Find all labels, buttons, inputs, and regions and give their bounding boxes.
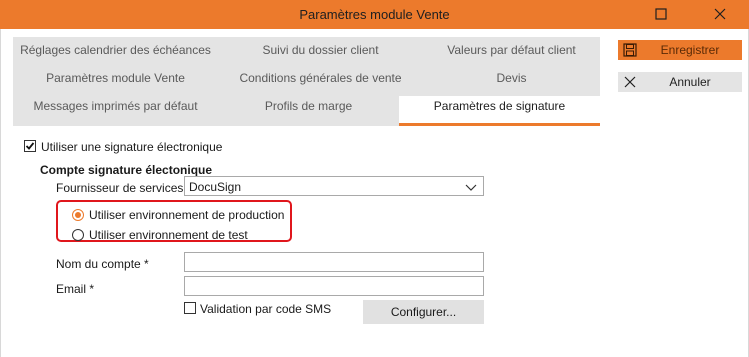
x-icon xyxy=(624,76,636,88)
email-label: Email * xyxy=(56,282,95,296)
use-esign-checkbox[interactable] xyxy=(24,140,36,152)
maximize-icon xyxy=(655,8,667,20)
checkmark-icon xyxy=(25,142,35,150)
cancel-label: Annuler xyxy=(669,75,711,89)
env-production-radio[interactable] xyxy=(72,209,84,221)
dialog-body: Réglages calendrier des échéances Suivi … xyxy=(0,29,749,357)
floppy-disk-icon xyxy=(623,43,637,57)
chevron-down-icon xyxy=(465,184,477,191)
tab-strip: Réglages calendrier des échéances Suivi … xyxy=(13,37,600,126)
account-name-input[interactable] xyxy=(184,252,484,272)
save-label: Enregistrer xyxy=(660,43,720,57)
account-name-label: Nom du compte * xyxy=(56,257,149,271)
save-button[interactable]: Enregistrer xyxy=(618,40,742,60)
provider-label: Fournisseur de services : xyxy=(56,181,191,195)
tab-reglages-calendrier[interactable]: Réglages calendrier des échéances xyxy=(13,39,218,61)
tab-valeurs-defaut[interactable]: Valeurs par défaut client xyxy=(423,39,600,61)
close-icon xyxy=(714,8,726,20)
sms-validation-checkbox[interactable] xyxy=(184,302,196,314)
use-esign-label: Utiliser une signature électronique xyxy=(41,140,223,154)
configure-button[interactable]: Configurer... xyxy=(363,300,484,324)
tab-conditions-generales[interactable]: Conditions générales de vente xyxy=(218,67,423,89)
sms-validation-label: Validation par code SMS xyxy=(200,302,332,316)
env-test-radio[interactable] xyxy=(72,229,84,241)
window-title: Paramètres module Vente xyxy=(299,7,450,22)
provider-value: DocuSign xyxy=(189,180,242,194)
close-button[interactable] xyxy=(708,4,732,24)
account-section-title: Compte signature électonique xyxy=(40,163,213,177)
tab-parametres-signature[interactable]: Paramètres de signature xyxy=(399,96,600,126)
tab-suivi-dossier[interactable]: Suivi du dossier client xyxy=(218,39,423,61)
title-bar: Paramètres module Vente xyxy=(0,0,749,29)
tab-messages-imprimes[interactable]: Messages imprimés par défaut xyxy=(13,95,218,117)
tab-profils-marge[interactable]: Profils de marge xyxy=(218,95,399,117)
email-input[interactable] xyxy=(184,276,484,296)
cancel-button[interactable]: Annuler xyxy=(618,72,742,92)
tab-parametres-module[interactable]: Paramètres module Vente xyxy=(13,67,218,89)
maximize-button[interactable] xyxy=(649,4,673,24)
env-production-label: Utiliser environnement de production xyxy=(89,208,285,222)
env-test-label: Utiliser environnement de test xyxy=(89,228,248,242)
tab-devis[interactable]: Devis xyxy=(423,67,600,89)
provider-select[interactable]: DocuSign xyxy=(184,176,484,196)
